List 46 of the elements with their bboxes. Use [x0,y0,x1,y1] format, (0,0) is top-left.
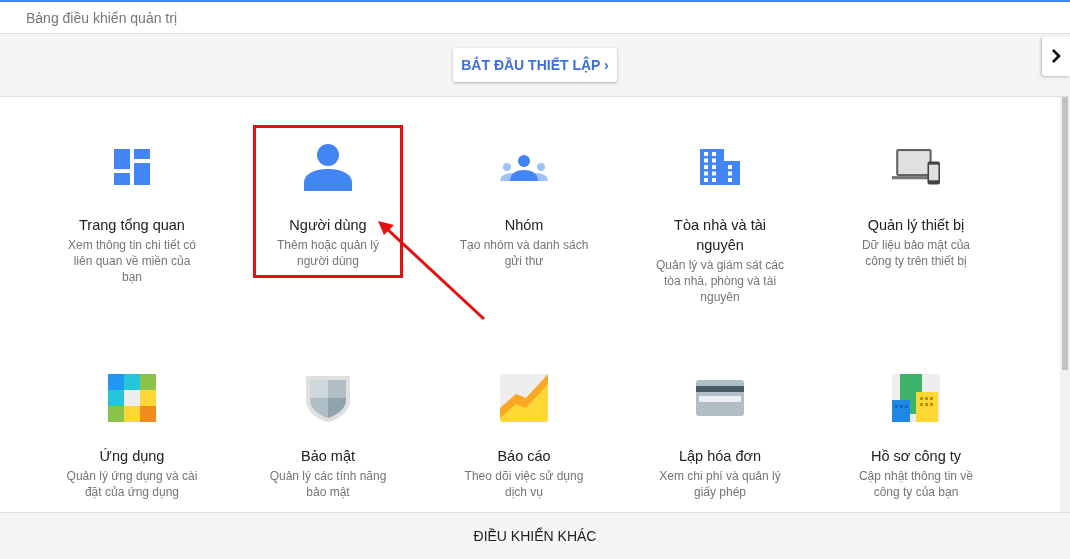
card-description: Xem thông tin chi tiết có liên quan về miền của bạn [66,237,198,285]
page-title: Bảng điều khiển quản trị [26,9,177,26]
building-icon [700,149,740,185]
chart-icon [500,374,548,422]
apps-icon [108,374,156,422]
more-controls-link[interactable]: ĐIỀU KHIỂN KHÁC [473,528,597,544]
setup-button[interactable]: BẮT ĐẦU THIẾT LẬP › [453,48,617,82]
card-title: Người dùng [289,216,367,235]
card-title: Hồ sơ công ty [870,447,962,466]
admin-card[interactable]: Ứng dụng Quản lý ứng dụng và cài đặt của ứng dụng [57,356,207,509]
admin-card[interactable]: Hồ sơ công ty Cập nhật thông tin về công ty của bạn [841,356,991,509]
card-description: Dữ liệu bảo mật của công ty trên thiết bị [860,237,972,269]
highlighted-admin-card[interactable]: Người dùng Thêm hoặc quản lý người dùng [253,125,403,278]
card-title: Báo cáo [497,447,551,466]
card-description: Quản lý các tính năng bảo mật [268,468,388,500]
shield-icon [304,374,352,422]
user-icon [304,143,352,191]
chevron-right-icon [1051,49,1061,63]
admin-card[interactable]: Quản lý thiết bị Dữ liệu bảo mật của công ty trên thiết bị [841,125,991,278]
card-title: Bảo mật [301,447,355,466]
scrollbar[interactable] [1060,97,1070,512]
admin-card[interactable]: Lập hóa đơn Xem chi phí và quản lý giấy phép [645,356,795,509]
admin-card[interactable]: Trang tổng quan Xem thông tin chi tiết có liên quan về miền của bạn [57,125,207,288]
card-description: Quản lý ứng dụng và cài đặt của ứng dụng [65,468,199,500]
expand-tab[interactable] [1042,36,1070,76]
admin-card[interactable]: Báo cáo Theo dõi việc sử dụng dịch vụ [449,356,599,509]
dashboard-icon [114,149,150,185]
card-title: Quản lý thiết bị [867,216,965,235]
admin-card[interactable]: Nhóm Tạo nhóm và danh sách gửi thư [449,125,599,278]
card-description: Tạo nhóm và danh sách gửi thư [458,237,590,269]
group-icon [500,153,548,181]
card-description: Cập nhật thông tin về công ty của bạn [857,468,975,500]
card-description: Thêm hoặc quản lý người dùng [275,237,381,269]
card-title: Ứng dụng [99,447,165,466]
card-title: Lập hóa đơn [678,447,762,466]
card-title: Tòa nhà và tài nguyên [673,216,767,255]
card-description: Theo dõi việc sử dụng dịch vụ [463,468,585,500]
credit-card-icon [696,380,744,416]
card-title: Trang tổng quan [79,216,185,235]
card-title: Nhóm [504,216,544,235]
card-description: Xem chi phí và quản lý giấy phép [658,468,782,500]
card-description: Quản lý và giám sát các tòa nhà, phòng và tài nguyên [654,257,786,305]
admin-card[interactable]: Tòa nhà và tài nguyên Quản lý và giám sát các tòa nhà, phòng và tài nguyên [645,125,795,308]
office-buildings-icon [892,374,940,422]
devices-icon [892,149,940,185]
admin-card[interactable]: Bảo mật Quản lý các tính năng bảo mật [253,356,403,509]
